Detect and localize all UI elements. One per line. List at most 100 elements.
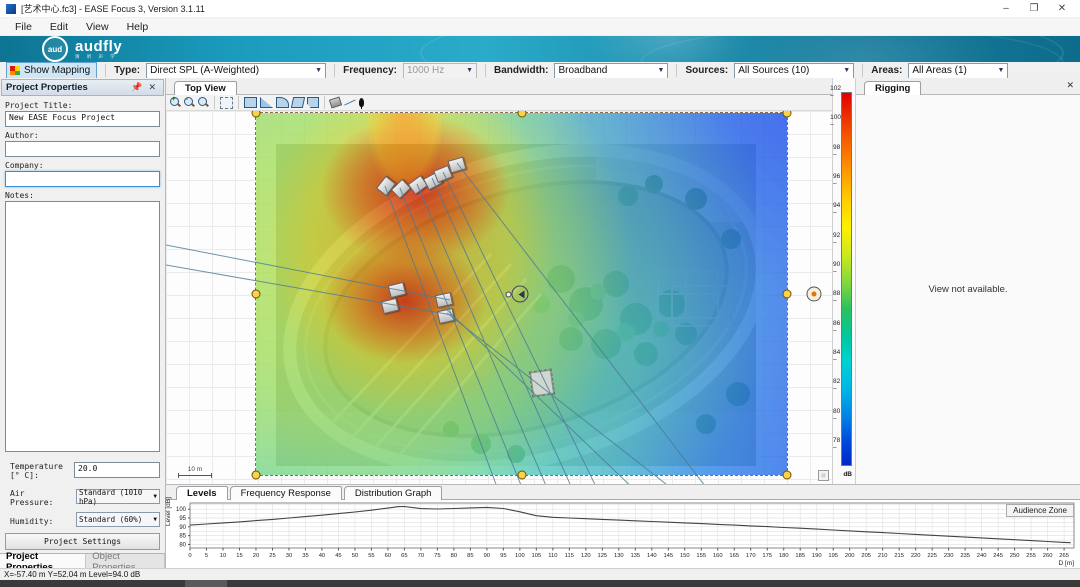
svg-text:20: 20 — [253, 553, 259, 559]
humidity-select[interactable]: Standard (60%)▼ — [76, 512, 160, 527]
zoom-in-icon[interactable]: + — [170, 97, 181, 108]
company-field[interactable] — [5, 171, 160, 187]
colorbar-unit: dB — [843, 471, 852, 478]
area-handle[interactable] — [517, 471, 526, 480]
colorbar-tick: 94 – — [833, 202, 841, 216]
svg-text:260: 260 — [1043, 553, 1053, 559]
area-handle[interactable] — [783, 471, 792, 480]
minimize-button[interactable]: – — [992, 1, 1020, 16]
sources-combobox[interactable]: All Sources (10)▼ — [734, 63, 854, 79]
area-rotate-handle[interactable] — [807, 287, 822, 302]
author-label: Author: — [5, 131, 160, 140]
tab-top-view[interactable]: Top View — [174, 81, 237, 95]
maximize-button[interactable]: ❐ — [1020, 1, 1048, 16]
author-field[interactable] — [5, 141, 160, 157]
pin-icon[interactable]: 📌 — [128, 82, 145, 93]
svg-text:0: 0 — [188, 553, 191, 559]
colorbar-tick: 88 – — [833, 290, 841, 304]
draw-arc-area-icon[interactable] — [276, 97, 289, 108]
areas-combobox[interactable]: All Areas (1)▼ — [908, 63, 1008, 79]
svg-text:165: 165 — [729, 553, 739, 559]
menu-bar: FileEditViewHelp — [0, 18, 1080, 36]
svg-text:240: 240 — [977, 553, 987, 559]
title-bar: [艺术中心.fc3] - EASE Focus 3, Version 3.1.1… — [0, 0, 1080, 18]
svg-text:5: 5 — [205, 553, 208, 559]
project-title-field[interactable]: New EASE Focus Project — [5, 111, 160, 127]
close-button[interactable]: ✕ — [1048, 1, 1076, 16]
add-speaker-icon[interactable] — [329, 97, 342, 109]
svg-text:245: 245 — [993, 553, 1003, 559]
type-combobox[interactable]: Direct SPL (A-Weighted)▼ — [146, 63, 326, 79]
menu-item-help[interactable]: Help — [118, 20, 158, 34]
svg-text:155: 155 — [696, 553, 706, 559]
tab-object-properties[interactable]: Object Properties — [86, 554, 165, 569]
svg-text:220: 220 — [911, 553, 921, 559]
tab-project-properties[interactable]: Project Properties — [0, 554, 86, 569]
levels-graph: Level [dB] 80859095100051015202530354045… — [166, 500, 1080, 571]
rigging-panel: Rigging ✕ View not available. — [856, 78, 1080, 484]
listener-probe-icon[interactable] — [359, 98, 364, 107]
close-rigging-icon[interactable]: ✕ — [1066, 80, 1074, 91]
panel-header: Project Properties 📌 ✕ — [1, 79, 164, 96]
area-center-marker[interactable] — [512, 286, 529, 303]
panel-title: Project Properties — [6, 82, 128, 93]
menu-item-edit[interactable]: Edit — [41, 20, 77, 34]
notes-field[interactable] — [5, 201, 160, 452]
svg-text:85: 85 — [179, 534, 186, 540]
svg-text:40: 40 — [319, 553, 325, 559]
zoom-window-icon[interactable] — [220, 97, 233, 109]
svg-text:120: 120 — [581, 553, 591, 559]
show-mapping-icon — [10, 66, 20, 75]
svg-text:95: 95 — [179, 516, 186, 522]
company-label: Company: — [5, 161, 160, 170]
close-panel-icon[interactable]: ✕ — [145, 82, 159, 93]
chevron-down-icon: ▼ — [315, 67, 322, 74]
listener-probe[interactable] — [530, 370, 554, 397]
draw-quad-area-icon[interactable] — [291, 97, 305, 108]
area-handle[interactable] — [252, 471, 261, 480]
svg-text:110: 110 — [548, 553, 557, 559]
colorbar-tick: 86 – — [833, 320, 841, 334]
svg-text:100: 100 — [515, 553, 525, 559]
area-handle[interactable] — [783, 111, 792, 118]
analysis-tabs: LevelsFrequency ResponseDistribution Gra… — [166, 485, 1080, 500]
area-handle[interactable] — [252, 290, 261, 299]
frequency-combobox[interactable]: 1000 Hz▼ — [403, 63, 477, 79]
area-handle[interactable] — [783, 290, 792, 299]
menu-item-file[interactable]: File — [6, 20, 41, 34]
draw-rectangle-area-icon[interactable] — [244, 97, 257, 108]
draw-triangle-area-icon[interactable] — [260, 97, 273, 108]
measure-line-icon[interactable] — [344, 98, 356, 108]
svg-text:115: 115 — [565, 553, 574, 559]
tab-rigging[interactable]: Rigging — [864, 81, 921, 95]
top-view-panel: Top View + - — [166, 78, 833, 484]
top-view-canvas[interactable]: 10 m ⊡ — [166, 111, 832, 484]
status-bar: X=-57.40 m Y=52.04 m Level=94.0 dB — [0, 568, 1080, 580]
svg-text:105: 105 — [532, 553, 542, 559]
zoom-reset-icon[interactable] — [198, 97, 209, 108]
show-mapping-toggle[interactable]: Show Mapping — [6, 62, 97, 79]
audience-area-rect[interactable] — [255, 112, 788, 476]
svg-text:210: 210 — [878, 553, 888, 559]
svg-text:55: 55 — [368, 553, 374, 559]
colorbar-tick: 80 – — [833, 408, 841, 422]
project-settings-button[interactable]: Project Settings — [5, 533, 160, 550]
bandwidth-combobox[interactable]: Broadband▼ — [554, 63, 668, 79]
draw-polygon-area-icon[interactable] — [307, 97, 319, 108]
svg-text:D [m]: D [m] — [1058, 560, 1074, 567]
menu-item-view[interactable]: View — [77, 20, 118, 34]
left-panel-tabs: Project PropertiesObject Properties — [0, 553, 165, 569]
svg-text:225: 225 — [927, 553, 937, 559]
svg-text:80: 80 — [451, 553, 457, 559]
svg-text:160: 160 — [713, 553, 723, 559]
tab-levels[interactable]: Levels — [176, 486, 228, 500]
temperature-field[interactable]: 20.0 — [74, 462, 160, 478]
colorbar-tick: 102 – — [830, 85, 841, 99]
humidity-label: Humidity: — [10, 517, 68, 526]
tab-frequency-response[interactable]: Frequency Response — [230, 486, 342, 500]
air-pressure-select[interactable]: Standard (1010 hPa)▼ — [76, 489, 160, 504]
svg-text:90: 90 — [484, 553, 490, 559]
tab-distribution-graph[interactable]: Distribution Graph — [344, 486, 443, 500]
frequency-label: Frequency: — [343, 65, 397, 76]
zoom-out-icon[interactable]: - — [184, 97, 195, 108]
